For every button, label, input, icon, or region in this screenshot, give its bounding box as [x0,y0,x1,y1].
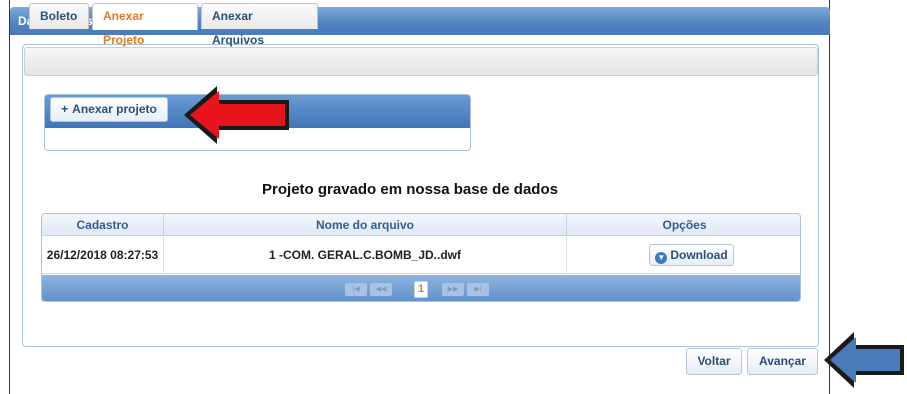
anexar-projeto-button[interactable]: + Anexar projeto [50,97,168,122]
anexar-projeto-label: Anexar projeto [72,102,157,116]
cell-nome-do-arquivo: 1 -COM. GERAL.C.BOMB_JD..dwf [164,237,567,274]
download-button[interactable]: ▼ Download [649,244,734,266]
first-page-button[interactable]: |◀ [345,283,367,296]
table-row: 26/12/2018 08:27:53 1 -COM. GERAL.C.BOMB… [42,237,800,274]
avancar-button[interactable]: Avançar [747,348,818,375]
files-table: Cadastro Nome do arquivo Opções 26/12/20… [41,213,801,302]
blue-arrow-icon [824,332,904,388]
column-header-cadastro: Cadastro [42,214,164,236]
download-label: Download [670,248,728,262]
tab-anexar-projeto[interactable]: Anexar Projeto [92,3,198,47]
current-page[interactable]: 1 [414,281,428,298]
tab-boleto[interactable]: Boleto [29,3,89,29]
table-header: Cadastro Nome do arquivo Opções [42,214,800,236]
prev-page-button[interactable]: ◀◀ [370,283,392,296]
download-icon: ▼ [655,252,668,264]
cell-cadastro: 26/12/2018 08:27:53 [42,237,164,274]
last-page-button[interactable]: ▶| [467,283,489,296]
next-page-button[interactable]: ▶▶ [442,283,464,296]
pagination-bar: |◀ ◀◀ 1 ▶▶ ▶| [42,275,800,301]
red-arrow-icon [184,86,289,144]
tab-anexar-arquivos[interactable]: Anexar Arquivos [201,3,318,47]
section-title: Projeto gravado em nossa base de dados [262,181,558,198]
column-header-nome-do-arquivo: Nome do arquivo [164,214,567,236]
voltar-button[interactable]: Voltar [686,348,742,375]
column-header-opcoes: Opções [662,218,707,232]
plus-icon: + [61,102,69,116]
